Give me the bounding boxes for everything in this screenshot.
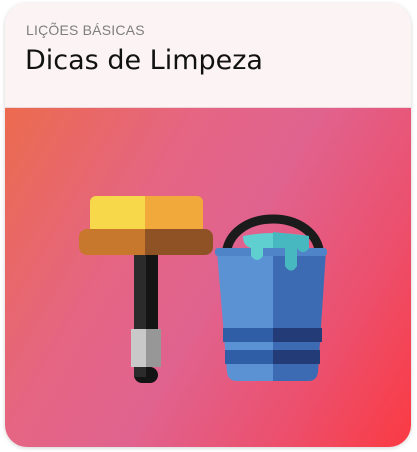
cleaning-illustration	[79, 196, 327, 383]
card-header: LIÇÕES BÁSICAS Dicas de Limpeza	[5, 3, 411, 108]
card-title: Dicas de Limpeza	[25, 45, 263, 76]
card-hero-image	[5, 108, 411, 447]
paint-roller-icon	[79, 196, 213, 383]
paint-bucket-icon	[215, 214, 327, 381]
category-label: LIÇÕES BÁSICAS	[26, 22, 145, 38]
lesson-card[interactable]: LIÇÕES BÁSICAS Dicas de Limpeza	[5, 3, 411, 447]
